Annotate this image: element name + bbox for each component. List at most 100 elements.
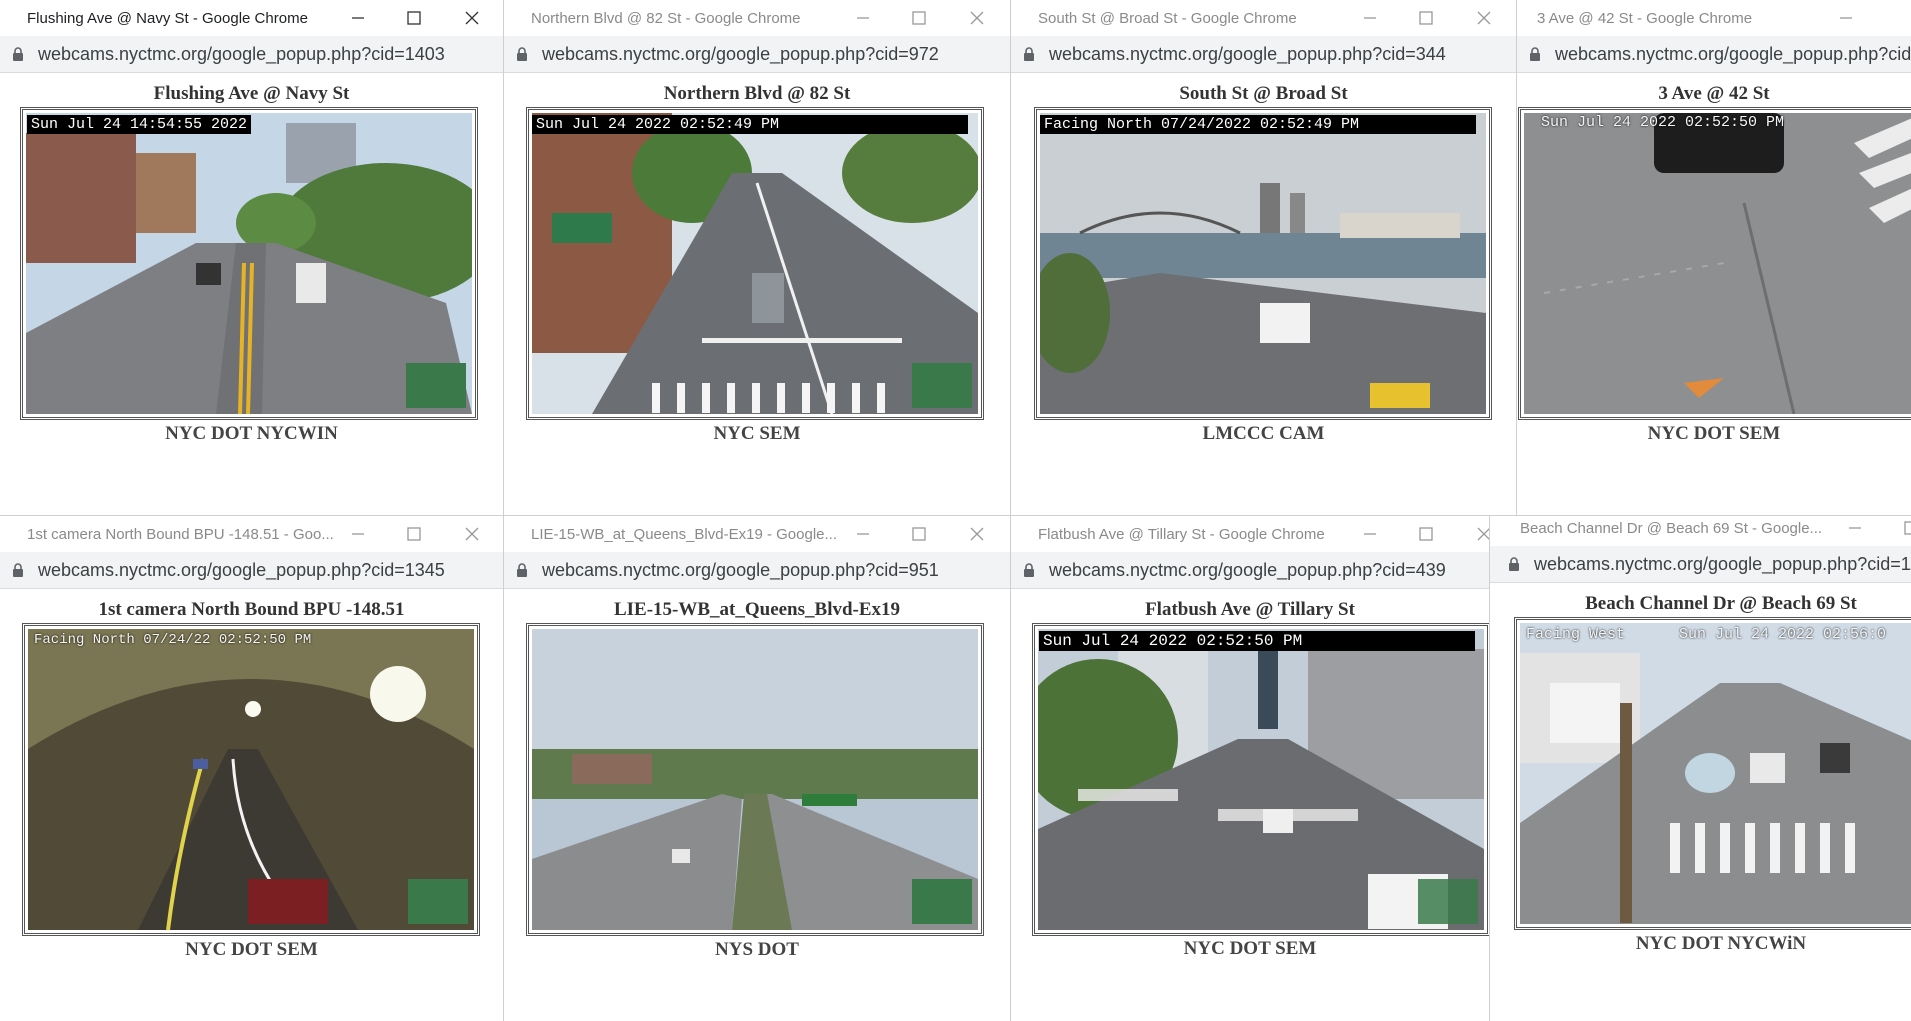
camera-caption: NYC DOT SEM	[1647, 423, 1781, 444]
maximize-icon[interactable]	[1898, 515, 1911, 541]
window-titlebar[interactable]: LIE-15-WB_at_Queens_Blvd-Ex19 - Google..…	[504, 516, 1010, 552]
maximize-icon[interactable]	[401, 5, 427, 31]
camera-caption: NYC DOT SEM	[185, 939, 318, 960]
camera-title: 3 Ave @ 42 St	[1658, 83, 1770, 104]
page-content: 3 Ave @ 42 St Sun Jul 24 2022 02:52:50 P…	[1517, 73, 1911, 516]
address-bar[interactable]: webcams.nyctmc.org/google_popup.php?cid=…	[0, 552, 503, 589]
maximize-icon[interactable]	[906, 5, 932, 31]
minimize-icon[interactable]	[1842, 515, 1868, 541]
close-icon[interactable]	[1471, 5, 1497, 31]
maximize-icon[interactable]	[401, 521, 427, 547]
browser-window-flatbush-ave[interactable]: Flatbush Ave @ Tillary St - Google Chrom…	[1011, 516, 1489, 1021]
window-border	[1489, 516, 1490, 1021]
address-bar[interactable]: webcams.nyctmc.org/google_popup.php?cid=…	[1011, 36, 1516, 73]
window-title: Flatbush Ave @ Tillary St - Google Chrom…	[1038, 526, 1325, 543]
minimize-icon[interactable]	[345, 521, 371, 547]
address-bar[interactable]: webcams.nyctmc.org/google_popup.php?cid=…	[1011, 552, 1489, 589]
camera-image	[1040, 113, 1486, 414]
minimize-icon[interactable]	[1357, 5, 1383, 31]
window-titlebar[interactable]: Northern Blvd @ 82 St - Google Chrome	[504, 0, 1010, 36]
camera-caption: LMCCC CAM	[1202, 423, 1325, 444]
url-text[interactable]: webcams.nyctmc.org/google_popup.php?cid=…	[38, 44, 445, 65]
window-titlebar[interactable]: Flushing Ave @ Navy St - Google Chrome	[0, 0, 503, 36]
camera-title: 1st camera North Bound BPU -148.51	[98, 599, 405, 620]
minimize-icon[interactable]	[850, 521, 876, 547]
camera-frame	[526, 107, 984, 420]
lock-icon	[516, 47, 528, 66]
camera-frame	[20, 107, 478, 420]
lock-icon	[12, 563, 24, 582]
camera-caption: NYC DOT NYCWiN	[1635, 933, 1807, 954]
camera-image	[28, 629, 474, 930]
browser-window-flushing-ave[interactable]: Flushing Ave @ Navy St - Google Chrome w…	[0, 0, 503, 516]
url-text[interactable]: webcams.nyctmc.org/google_popup.php?cid=…	[1555, 44, 1911, 65]
window-titlebar[interactable]: South St @ Broad St - Google Chrome	[1011, 0, 1516, 36]
window-title: South St @ Broad St - Google Chrome	[1038, 10, 1297, 27]
browser-window-northern-blvd[interactable]: Northern Blvd @ 82 St - Google Chrome we…	[504, 0, 1010, 516]
camera-frame	[526, 623, 984, 936]
camera-image	[532, 113, 978, 414]
camera-image	[1524, 113, 1911, 414]
maximize-icon[interactable]	[1413, 521, 1439, 547]
window-border	[503, 0, 504, 1021]
window-titlebar[interactable]: 3 Ave @ 42 St - Google Chrome	[1517, 0, 1911, 36]
minimize-icon[interactable]	[1357, 521, 1383, 547]
address-bar[interactable]: webcams.nyctmc.org/google_popup.php?cid=…	[1517, 36, 1911, 73]
window-title: Flushing Ave @ Navy St - Google Chrome	[27, 10, 308, 27]
address-bar[interactable]: webcams.nyctmc.org/google_popup.php?cid=…	[504, 552, 1010, 589]
url-text[interactable]: webcams.nyctmc.org/google_popup.php?cid=…	[38, 560, 445, 581]
page-content: Northern Blvd @ 82 St Sun Jul 24 2022 02…	[504, 73, 1010, 516]
browser-window-3-ave[interactable]: 3 Ave @ 42 St - Google Chrome webcams.ny…	[1517, 0, 1911, 516]
minimize-icon[interactable]	[345, 5, 371, 31]
close-icon[interactable]	[1471, 521, 1489, 547]
lock-icon	[516, 563, 528, 582]
camera-caption: NYC DOT NYCWIN	[165, 423, 338, 444]
address-bar[interactable]: webcams.nyctmc.org/google_popup.php?cid=…	[0, 36, 503, 73]
lock-icon	[1508, 557, 1520, 576]
url-text[interactable]: webcams.nyctmc.org/google_popup.php?cid=…	[542, 44, 939, 65]
window-border	[0, 515, 1911, 516]
browser-window-lie-queens-blvd[interactable]: LIE-15-WB_at_Queens_Blvd-Ex19 - Google..…	[504, 516, 1010, 1021]
camera-timestamp: Facing West Sun Jul 24 2022 02:56:0	[1526, 626, 1887, 643]
camera-image	[532, 629, 978, 930]
close-icon[interactable]	[459, 5, 485, 31]
window-border	[1010, 0, 1011, 1021]
page-content: 1st camera North Bound BPU -148.51 Facin…	[0, 589, 503, 1021]
camera-timestamp: Sun Jul 24 2022 02:52:50 PM	[1039, 631, 1475, 651]
camera-image	[1520, 623, 1911, 924]
window-title: LIE-15-WB_at_Queens_Blvd-Ex19 - Google..…	[531, 526, 837, 543]
window-titlebar[interactable]: Flatbush Ave @ Tillary St - Google Chrom…	[1011, 516, 1489, 552]
lock-icon	[1023, 47, 1035, 66]
url-text[interactable]: webcams.nyctmc.org/google_popup.php?cid=…	[1534, 554, 1911, 575]
browser-window-south-st[interactable]: South St @ Broad St - Google Chrome webc…	[1011, 0, 1516, 516]
address-bar[interactable]: webcams.nyctmc.org/google_popup.php?cid=…	[504, 36, 1010, 73]
window-title: 1st camera North Bound BPU -148.51 - Goo…	[27, 526, 334, 543]
browser-window-bpu-tunnel[interactable]: 1st camera North Bound BPU -148.51 - Goo…	[0, 516, 503, 1021]
camera-title: Flushing Ave @ Navy St	[153, 83, 350, 104]
minimize-icon[interactable]	[850, 5, 876, 31]
close-icon[interactable]	[964, 5, 990, 31]
maximize-icon[interactable]	[1413, 5, 1439, 31]
lock-icon	[1023, 563, 1035, 582]
close-icon[interactable]	[459, 521, 485, 547]
address-bar[interactable]: webcams.nyctmc.org/google_popup.php?cid=…	[1490, 546, 1911, 583]
window-title: Beach Channel Dr @ Beach 69 St - Google.…	[1520, 520, 1823, 537]
page-content: Flatbush Ave @ Tillary St Sun Jul 24 202…	[1011, 589, 1489, 1021]
camera-caption: NYS DOT	[715, 939, 799, 960]
camera-frame	[1514, 617, 1911, 930]
minimize-icon[interactable]	[1833, 5, 1859, 31]
camera-title: LIE-15-WB_at_Queens_Blvd-Ex19	[613, 599, 901, 620]
browser-window-beach-channel-dr[interactable]: Beach Channel Dr @ Beach 69 St - Google.…	[1490, 510, 1911, 1021]
camera-timestamp: Sun Jul 24 2022 02:52:50 PM	[1541, 114, 1785, 131]
url-text[interactable]: webcams.nyctmc.org/google_popup.php?cid=…	[1049, 44, 1446, 65]
close-icon[interactable]	[964, 521, 990, 547]
camera-timestamp: Facing North 07/24/22 02:52:50 PM	[34, 632, 312, 648]
maximize-icon[interactable]	[906, 521, 932, 547]
camera-timestamp: Sun Jul 24 2022 02:52:49 PM	[532, 115, 968, 134]
window-titlebar[interactable]: 1st camera North Bound BPU -148.51 - Goo…	[0, 516, 503, 552]
camera-image	[1038, 629, 1484, 930]
camera-title: South St @ Broad St	[1179, 83, 1348, 104]
url-text[interactable]: webcams.nyctmc.org/google_popup.php?cid=…	[542, 560, 939, 581]
url-text[interactable]: webcams.nyctmc.org/google_popup.php?cid=…	[1049, 560, 1446, 581]
camera-frame	[1032, 623, 1489, 936]
